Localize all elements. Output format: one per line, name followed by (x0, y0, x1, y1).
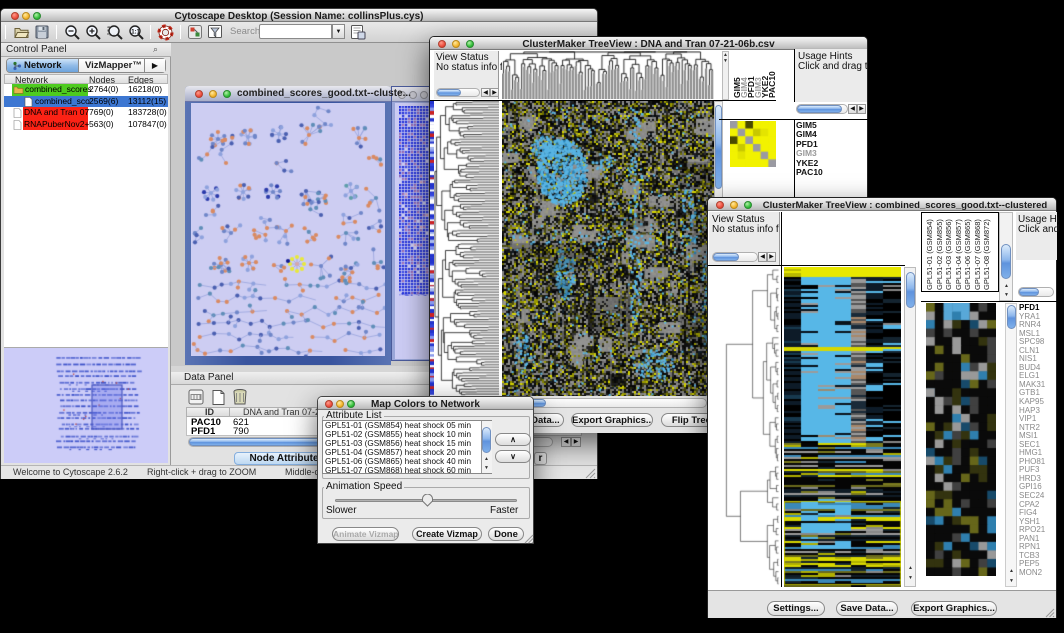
svg-text:1:1: 1:1 (131, 29, 140, 35)
